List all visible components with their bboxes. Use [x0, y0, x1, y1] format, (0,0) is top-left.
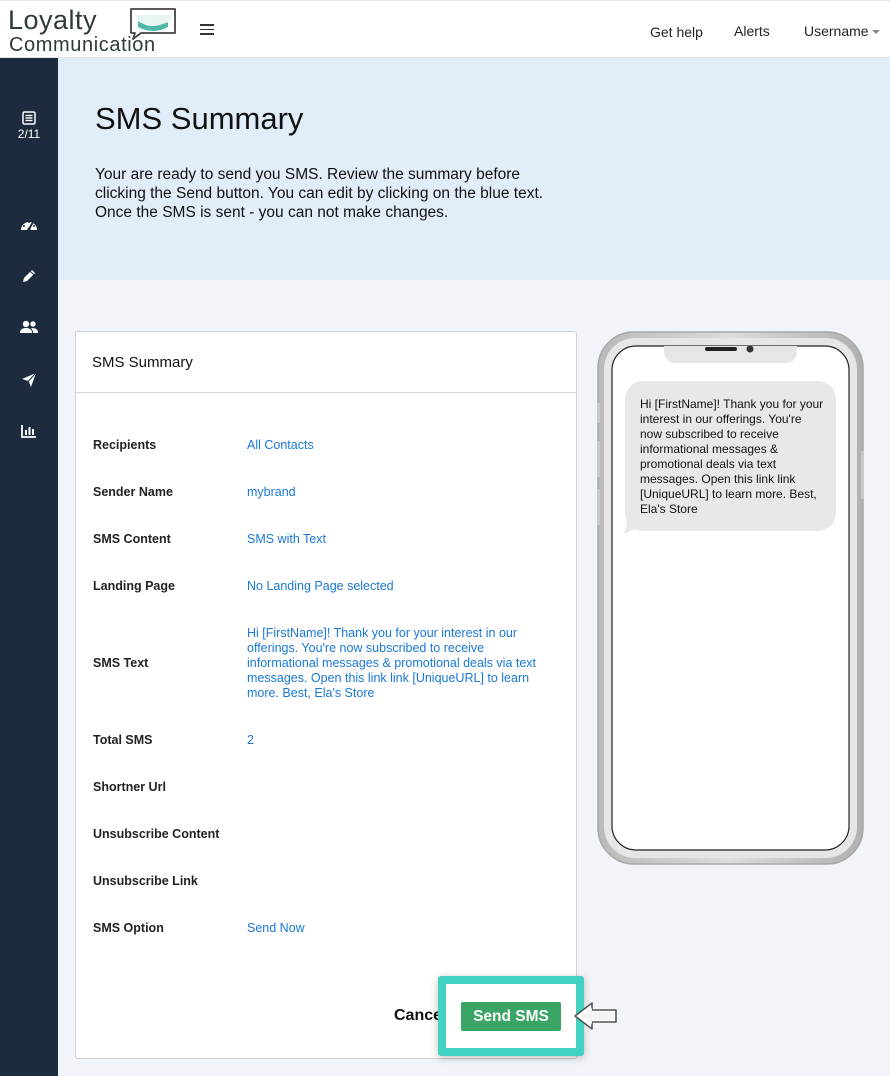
- sms-option-value-link[interactable]: Send Now: [247, 921, 559, 936]
- sms-text-value-link[interactable]: Hi [FirstName]! Thank you for your inter…: [247, 626, 559, 701]
- brand-logo[interactable]: Loyalty Communication: [8, 5, 180, 57]
- brand-line-1: Loyalty: [8, 5, 98, 35]
- pointer-arrow-icon: [574, 1002, 617, 1030]
- summary-label: Unsubscribe Content: [93, 827, 220, 841]
- sidebar-item-steps[interactable]: 2/11: [0, 111, 58, 141]
- cancel-button[interactable]: Cancel: [394, 1007, 440, 1025]
- get-help-link[interactable]: Get help: [650, 24, 703, 40]
- alerts-link[interactable]: Alerts: [734, 23, 770, 39]
- description-line-1: Your are ready to send you SMS. Review t…: [95, 166, 521, 183]
- list-icon: [22, 111, 36, 125]
- sidebar-item-dashboard[interactable]: [0, 217, 58, 233]
- card-title: SMS Summary: [92, 354, 193, 371]
- page-description: Your are ready to send you SMS. Review t…: [95, 165, 575, 222]
- total-sms-value-link[interactable]: 2: [247, 733, 559, 748]
- summary-label: SMS Content: [93, 532, 171, 546]
- users-icon: [20, 320, 38, 333]
- page-title: SMS Summary: [95, 101, 304, 136]
- sender-name-value-link[interactable]: mybrand: [247, 485, 559, 500]
- page-header: SMS Summary Your are ready to send you S…: [58, 58, 890, 280]
- menu-toggle-icon[interactable]: [200, 21, 218, 37]
- message-preview-text: Hi [FirstName]! Thank you for your inter…: [640, 397, 824, 516]
- send-sms-button[interactable]: Send SMS: [461, 1002, 561, 1031]
- sidebar-item-edit[interactable]: [0, 268, 58, 284]
- description-line-2: clicking the Send button. You can edit b…: [95, 185, 544, 202]
- summary-label: Recipients: [93, 438, 157, 452]
- dashboard-icon: [21, 221, 37, 231]
- sms-content-value-link[interactable]: SMS with Text: [247, 532, 559, 547]
- bar-chart-icon: [21, 425, 36, 438]
- summary-label: Unsubscribe Link: [93, 874, 198, 888]
- pencil-icon: [23, 270, 35, 282]
- user-menu-caret-icon[interactable]: [872, 30, 880, 34]
- summary-label: SMS Option: [93, 921, 164, 935]
- sms-summary-card: SMS Summary Recipients All Contacts Send…: [75, 331, 577, 1059]
- recipients-value-link[interactable]: All Contacts: [247, 438, 559, 453]
- sidebar-item-contacts[interactable]: [0, 320, 58, 334]
- card-header: SMS Summary: [76, 332, 576, 393]
- sidebar-item-send[interactable]: [0, 372, 58, 388]
- landing-page-value-link[interactable]: No Landing Page selected: [247, 579, 559, 594]
- brand-line-2: Communication: [9, 34, 156, 56]
- description-line-3: Once the SMS is sent - you can not make …: [95, 204, 449, 221]
- user-menu[interactable]: Username: [804, 23, 869, 39]
- message-bubble: Hi [FirstName]! Thank you for your inter…: [625, 381, 836, 531]
- top-bar: Loyalty Communication Get help Alerts Us…: [0, 0, 890, 58]
- sidebar-item-reports[interactable]: [0, 424, 58, 438]
- sidebar: 2/11: [0, 58, 58, 1076]
- send-icon: [22, 372, 37, 387]
- summary-label: Shortner Url: [93, 780, 166, 794]
- step-counter: 2/11: [17, 127, 41, 141]
- summary-label: Sender Name: [93, 485, 173, 499]
- summary-label: Landing Page: [93, 579, 175, 593]
- bubble-tail-icon: [623, 517, 638, 534]
- summary-label: Total SMS: [93, 733, 153, 747]
- summary-label: SMS Text: [93, 656, 149, 670]
